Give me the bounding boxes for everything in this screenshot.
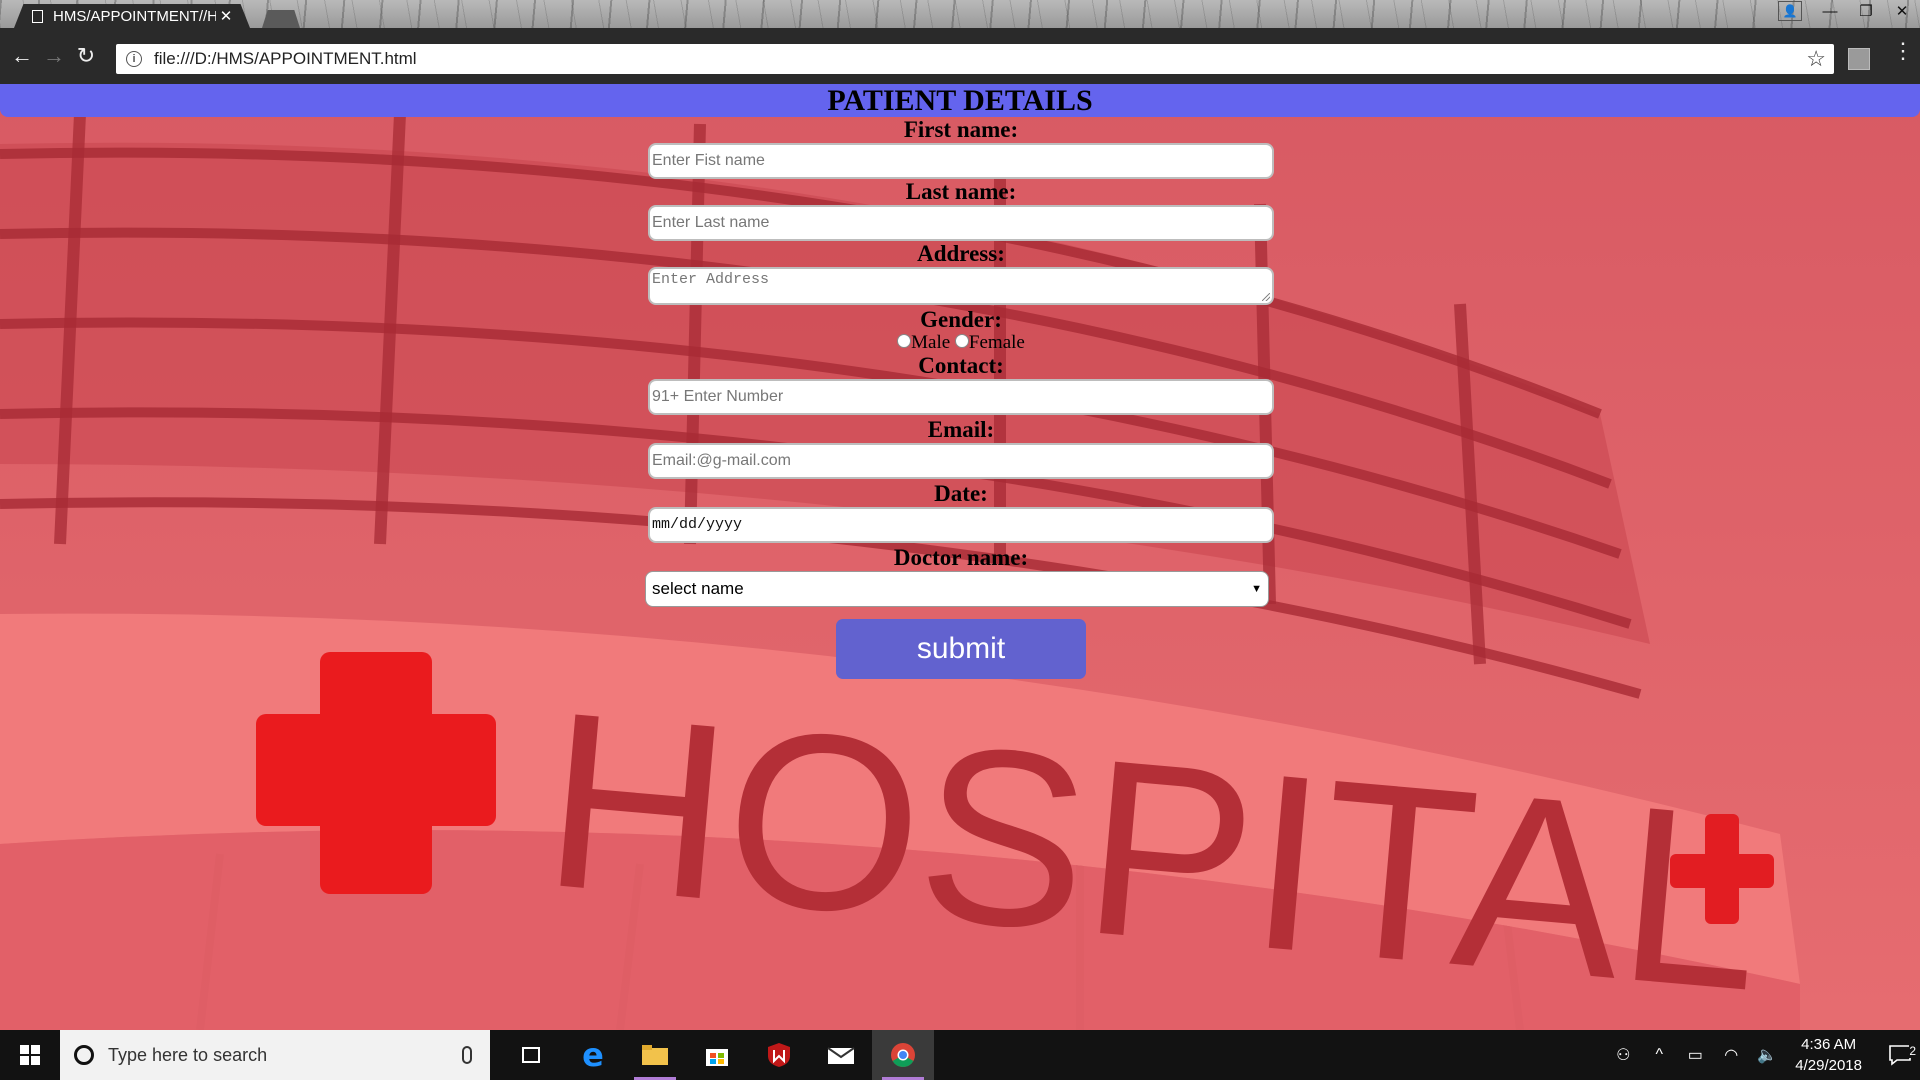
browser-toolbar: ← → ↻ i file:///D:/HMS/APPOINTMENT.html …: [0, 28, 1920, 84]
reload-button[interactable]: ↻: [70, 40, 102, 72]
mail-icon[interactable]: [810, 1030, 872, 1080]
minimize-button[interactable]: —: [1812, 0, 1848, 22]
extension-icon[interactable]: [1848, 48, 1870, 70]
folder-glyph: [642, 1045, 668, 1065]
mcafee-icon[interactable]: [748, 1030, 810, 1080]
gender-options: Male Female: [648, 333, 1274, 353]
page-banner: PATIENT DETAILS: [0, 84, 1920, 117]
first-name-input[interactable]: Enter Fist name: [648, 143, 1274, 179]
show-hidden-icons-chevron-icon[interactable]: ^: [1641, 1046, 1677, 1064]
cortana-icon: [74, 1045, 94, 1065]
start-button[interactable]: [0, 1030, 60, 1080]
last-name-label: Last name:: [905, 179, 1017, 204]
doctor-select-value: select name: [652, 579, 744, 598]
wifi-icon[interactable]: ◠: [1713, 1045, 1749, 1065]
back-button[interactable]: ←: [6, 40, 38, 72]
notification-count-badge: 2: [1909, 1044, 1916, 1058]
resize-grip-icon[interactable]: [1262, 293, 1270, 301]
edge-icon[interactable]: e: [562, 1030, 624, 1080]
shield-icon: [768, 1043, 790, 1067]
task-view-glyph: [522, 1047, 540, 1063]
bookmark-star-icon[interactable]: ☆: [1806, 46, 1826, 72]
people-icon[interactable]: ⚇: [1605, 1045, 1641, 1065]
doctor-name-label: Doctor name:: [893, 545, 1029, 570]
email-label: Email:: [927, 417, 995, 442]
patient-form: First name: Enter Fist name Last name: E…: [645, 117, 1274, 679]
new-tab-button[interactable]: [262, 10, 300, 28]
window-controls: 👤 — ❐ ✕: [1778, 0, 1920, 22]
action-center-icon[interactable]: 2: [1880, 1044, 1920, 1066]
close-window-button[interactable]: ✕: [1884, 0, 1920, 22]
last-name-input[interactable]: Enter Last name: [648, 205, 1274, 241]
submit-button[interactable]: submit: [836, 619, 1086, 679]
profile-icon[interactable]: 👤: [1778, 1, 1802, 21]
first-name-label: First name:: [903, 117, 1019, 142]
tab-title: HMS/APPOINTMENT//H: [53, 7, 216, 25]
address-placeholder: Enter Address: [652, 271, 770, 288]
windows-taskbar: Type here to search e ⚇ ^ ▭ ◠ 🔈 4:36 AM …: [0, 1030, 1920, 1080]
forward-button[interactable]: →: [38, 40, 70, 72]
address-bar[interactable]: i file:///D:/HMS/APPOINTMENT.html ☆: [116, 44, 1834, 74]
taskbar-search-placeholder: Type here to search: [108, 1044, 268, 1065]
browser-tab[interactable]: HMS/APPOINTMENT//H ✕: [14, 4, 250, 28]
url-text: file:///D:/HMS/APPOINTMENT.html: [154, 49, 417, 68]
dropdown-arrow-icon: ▼: [1251, 583, 1262, 595]
restore-button[interactable]: ❐: [1848, 0, 1884, 22]
chrome-menu-icon[interactable]: ⋮: [1892, 40, 1914, 62]
task-view-icon[interactable]: [500, 1030, 562, 1080]
volume-icon[interactable]: 🔈: [1749, 1045, 1785, 1065]
clock-date: 4/29/2018: [1795, 1057, 1862, 1074]
clock-time: 4:36 AM: [1801, 1036, 1857, 1053]
taskbar-search-box[interactable]: Type here to search: [60, 1030, 490, 1080]
gender-male-label: Male: [911, 332, 951, 353]
microphone-icon[interactable]: [462, 1046, 472, 1064]
battery-icon[interactable]: ▭: [1677, 1045, 1713, 1065]
edge-glyph: e: [582, 1036, 604, 1074]
chrome-taskbar-icon[interactable]: [872, 1030, 934, 1080]
doctor-select[interactable]: select name ▼: [645, 571, 1269, 607]
page-viewport: HOSPITAL PATIENT DETAILS First name: Ent…: [0, 84, 1920, 1030]
taskbar-clock[interactable]: 4:36 AM 4/29/2018: [1795, 1034, 1862, 1076]
gender-female-label: Female: [968, 332, 1025, 353]
email-input[interactable]: Email:@g-mail.com: [648, 443, 1274, 479]
contact-input[interactable]: 91+ Enter Number: [648, 379, 1274, 415]
address-label: Address:: [917, 241, 1005, 266]
store-glyph: [706, 1049, 728, 1066]
gender-female-radio[interactable]: [954, 333, 969, 348]
date-input[interactable]: mm/dd/yyyy: [648, 507, 1274, 543]
page-icon: [32, 9, 43, 23]
gender-label: Gender:: [920, 307, 1002, 332]
date-label: Date:: [934, 481, 988, 506]
browser-titlebar: HMS/APPOINTMENT//H ✕ 👤 — ❐ ✕: [0, 0, 1920, 28]
address-textarea[interactable]: Enter Address: [648, 267, 1274, 305]
tab-close-icon[interactable]: ✕: [216, 7, 236, 25]
envelope-icon: [827, 1047, 855, 1064]
system-tray: ⚇ ^ ▭ ◠ 🔈 4:36 AM 4/29/2018 2: [1605, 1030, 1920, 1080]
gender-male-radio[interactable]: [897, 333, 912, 348]
contact-label: Contact:: [918, 353, 1004, 378]
chrome-logo-icon: [891, 1043, 915, 1068]
store-icon[interactable]: [686, 1030, 748, 1080]
file-explorer-icon[interactable]: [624, 1030, 686, 1080]
windows-logo-icon: [20, 1045, 40, 1065]
info-icon[interactable]: i: [126, 51, 142, 67]
